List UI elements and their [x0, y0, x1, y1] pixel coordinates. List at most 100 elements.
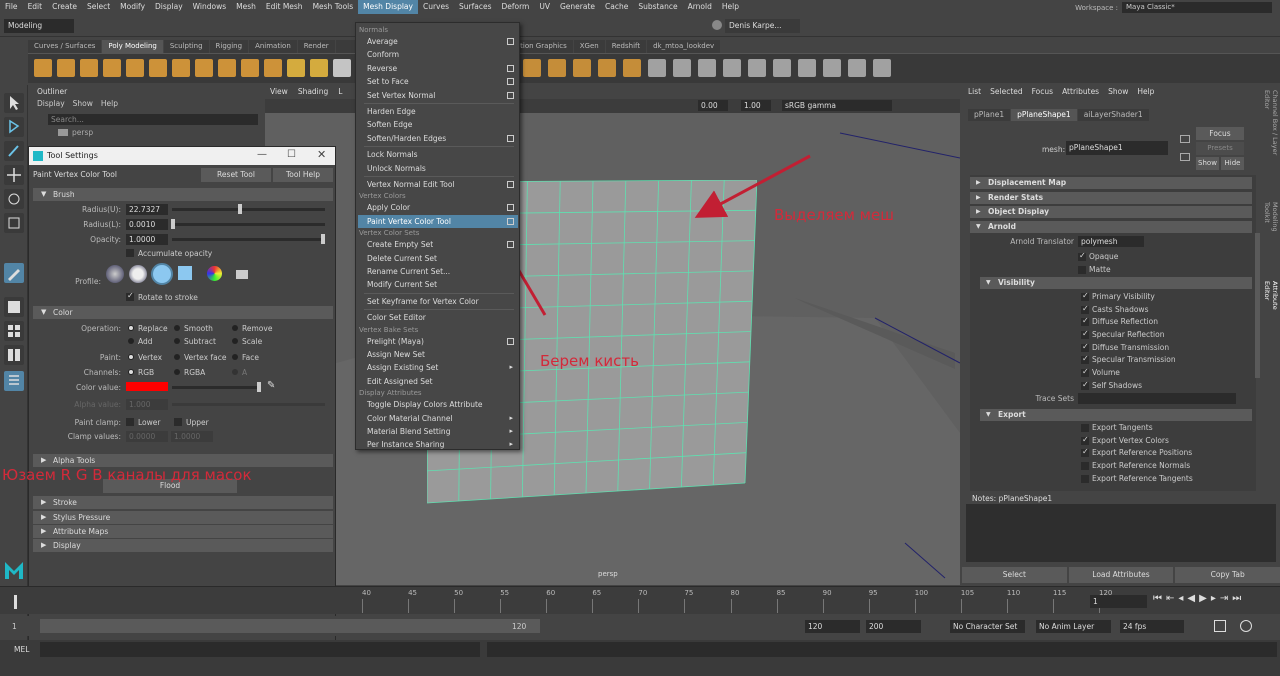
ae-section-object-display[interactable]: ▶ Object Display: [970, 206, 1252, 218]
go-to-end-icon[interactable]: ⏭: [1232, 593, 1241, 604]
export-export-vertex-colors-checkbox[interactable]: [1081, 435, 1089, 445]
shelf-tool-icon[interactable]: [748, 59, 766, 77]
go-to-start-icon[interactable]: ⏮: [1153, 593, 1162, 604]
menu-item-create-empty-set[interactable]: Create Empty Set: [358, 238, 518, 251]
profile-soft-icon[interactable]: [129, 265, 147, 283]
anim-layer-selector[interactable]: No Anim Layer: [1036, 620, 1111, 633]
shelf-tab-sculpting[interactable]: Sculpting: [163, 40, 209, 53]
radius-l-field[interactable]: 0.0010: [126, 219, 168, 230]
radius-u-field[interactable]: 22.7327: [126, 204, 168, 215]
clamp-value-max-field[interactable]: 1.0000: [171, 431, 213, 442]
folder-icon[interactable]: [236, 270, 248, 279]
ae-menu-selected[interactable]: Selected: [990, 87, 1023, 96]
shelf-tab-animation[interactable]: Animation: [249, 40, 297, 53]
play-backward-icon[interactable]: ◀: [1187, 593, 1195, 604]
menu-item-edit-assigned-set[interactable]: Edit Assigned Set: [358, 375, 518, 388]
visibility-diffuse-transmission-checkbox[interactable]: [1081, 342, 1089, 352]
menu-substance[interactable]: Substance: [633, 0, 682, 14]
outliner-menu-show[interactable]: Show: [73, 99, 93, 108]
ae-tab-ailayershader1[interactable]: aiLayerShader1: [1077, 109, 1149, 121]
clamp-value-min-field[interactable]: 0.0000: [126, 431, 168, 442]
menu-item-toggle-display-colors-attribute[interactable]: Toggle Display Colors Attribute: [358, 398, 518, 411]
menu-item-paint-vertex-color-tool[interactable]: Paint Vertex Color Tool: [358, 214, 518, 228]
opacity-slider-handle[interactable]: [321, 234, 325, 244]
current-time-marker[interactable]: [14, 595, 17, 609]
trace-sets-field[interactable]: [1078, 392, 1236, 404]
shelf-tool-icon[interactable]: [673, 59, 691, 77]
menu-display[interactable]: Display: [150, 0, 188, 14]
color-value-slider[interactable]: [172, 386, 257, 389]
color-value-slider-handle[interactable]: [257, 382, 261, 392]
ae-section-displacement-map[interactable]: ▶ Displacement Map: [970, 177, 1252, 189]
step-forward-key-icon[interactable]: ⇥: [1220, 593, 1228, 604]
outliner-item-persp[interactable]: persp: [72, 128, 93, 137]
character-set-selector[interactable]: No Character Set: [950, 620, 1025, 633]
menu-item-unlock-normals[interactable]: Unlock Normals: [358, 162, 518, 175]
menu-item-conform[interactable]: Conform: [358, 48, 518, 61]
ae-menu-help[interactable]: Help: [1137, 87, 1154, 96]
menu-item-assign-existing-set[interactable]: Assign Existing Set ▸: [358, 361, 518, 374]
exposure-field[interactable]: 0.00: [698, 100, 728, 111]
option-box-icon[interactable]: [507, 64, 514, 72]
menu-cache[interactable]: Cache: [600, 0, 633, 14]
shelf-tool-icon[interactable]: [573, 59, 591, 77]
outliner-search-input[interactable]: Search...: [48, 114, 258, 125]
shelf-tool-icon[interactable]: [848, 59, 866, 77]
rotate-tool-icon[interactable]: [4, 189, 24, 209]
shelf-tab-dk-mtoa-lookdev[interactable]: dk_mtoa_lookdev: [647, 40, 721, 53]
mesh-name-field[interactable]: pPlaneShape1: [1066, 141, 1168, 155]
step-forward-frame-icon[interactable]: ▸: [1211, 593, 1216, 604]
channels-a-radio[interactable]: [232, 369, 238, 375]
channels-rgba-radio[interactable]: [174, 369, 180, 375]
operation-add-radio[interactable]: [128, 338, 134, 344]
menu-deform[interactable]: Deform: [496, 0, 534, 14]
viewport-menu-shading[interactable]: Shading: [293, 85, 333, 99]
shelf-tool-icon[interactable]: [773, 59, 791, 77]
section-stylus-pressure[interactable]: ▶ Stylus Pressure: [33, 511, 333, 524]
option-box-icon[interactable]: [507, 181, 514, 188]
menu-surfaces[interactable]: Surfaces: [454, 0, 496, 14]
range-end-field[interactable]: 120: [805, 620, 860, 633]
opacity-slider[interactable]: [172, 238, 325, 241]
minimize-icon[interactable]: —: [257, 149, 267, 160]
operation-scale-radio[interactable]: [232, 338, 238, 344]
shelf-tab-poly-modeling[interactable]: Poly Modeling: [102, 40, 163, 53]
ae-scrollbar[interactable]: [1255, 233, 1260, 378]
shelf-tool-icon[interactable]: [172, 59, 190, 77]
profile-gaussian-icon[interactable]: [106, 265, 124, 283]
option-box-icon[interactable]: [507, 337, 514, 345]
paint-vertex-color-tool-icon[interactable]: [4, 263, 24, 283]
move-tool-icon[interactable]: [4, 165, 24, 185]
outliner-menu-help[interactable]: Help: [101, 99, 118, 108]
option-box-icon[interactable]: [507, 38, 514, 45]
eyedropper-icon[interactable]: ✎: [267, 380, 275, 391]
shelf-tool-icon[interactable]: [80, 59, 98, 77]
matte-checkbox[interactable]: [1078, 265, 1086, 274]
section-color[interactable]: ▼ Color: [33, 306, 333, 319]
auto-key-icon[interactable]: [1214, 620, 1226, 632]
animation-end-field[interactable]: 200: [866, 620, 921, 633]
alpha-value-field[interactable]: 1.000: [126, 399, 168, 410]
shelf-tool-icon[interactable]: [195, 59, 213, 77]
option-box-icon[interactable]: [507, 204, 514, 212]
ae-tab-pplane1[interactable]: pPlane1: [968, 109, 1011, 121]
gamma-field[interactable]: 1.00: [741, 100, 771, 111]
shelf-tool-icon[interactable]: [57, 59, 75, 77]
arnold-translator-selector[interactable]: polymesh: [1078, 236, 1144, 247]
shelf-tool-icon[interactable]: [798, 59, 816, 77]
shelf-tab-curves-surfaces[interactable]: Curves / Surfaces: [28, 40, 102, 53]
step-back-frame-icon[interactable]: ◂: [1178, 593, 1183, 604]
workspace-selector[interactable]: Workspace : Maya Classic*: [1075, 2, 1272, 13]
scale-tool-icon[interactable]: [4, 213, 24, 233]
side-tab-attribute-editor[interactable]: Attribute Editor: [1263, 281, 1279, 330]
paint-select-tool-icon[interactable]: [4, 141, 24, 161]
option-box-icon[interactable]: [507, 241, 514, 249]
ae-select-button[interactable]: Select: [962, 567, 1067, 583]
user-account[interactable]: Denis Karpe...: [725, 19, 800, 33]
viewport-menu-lighting[interactable]: L: [333, 85, 347, 99]
menu-item-assign-new-set[interactable]: Assign New Set: [358, 348, 518, 361]
preferences-icon[interactable]: [1240, 620, 1252, 632]
visibility-casts-shadows-checkbox[interactable]: [1081, 304, 1089, 314]
menu-select[interactable]: Select: [82, 0, 115, 14]
option-box-icon[interactable]: [507, 217, 514, 225]
